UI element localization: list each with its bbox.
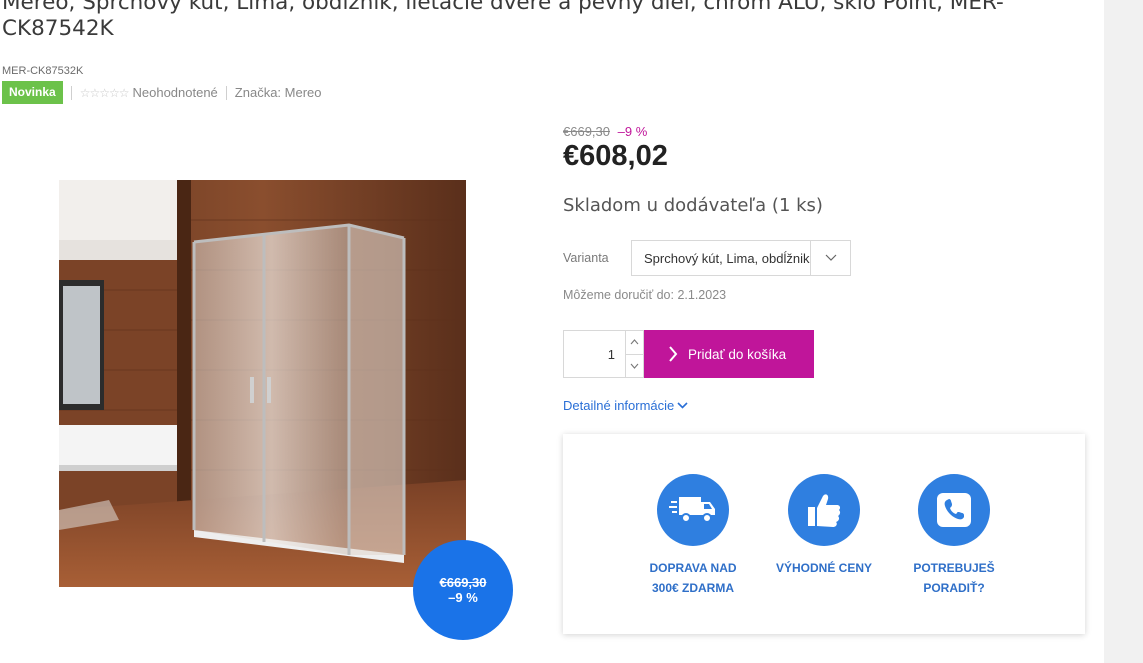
chevron-down-icon xyxy=(810,241,850,275)
benefit-advice-label: POTREBUJEŠ PORADIŤ? xyxy=(913,561,995,595)
product-sku: MER-CK87532K xyxy=(2,65,84,77)
page-gutter xyxy=(1104,0,1143,663)
variant-selected-value: Sprchový kút, Lima, obdĺžnik xyxy=(644,250,810,266)
quantity-stepper[interactable] xyxy=(563,330,644,378)
truck-icon xyxy=(657,474,729,546)
chevron-down-icon xyxy=(677,402,688,409)
product-page: Mereo, Sprchový kút, Lima, obdĺžnik, lie… xyxy=(0,0,1104,663)
benefit-prices-label: VÝHODNÉ CENY xyxy=(775,561,873,575)
variant-label: Varianta xyxy=(563,251,609,265)
delivery-estimate: Môžeme doručiť do: 2.1.2023 xyxy=(563,288,727,302)
brand-link[interactable]: Značka: Mereo xyxy=(235,85,322,100)
flag-discount: –9 % xyxy=(448,590,478,605)
old-price: €669,30 xyxy=(563,124,610,139)
rating-stars-icon[interactable]: ☆☆☆☆☆ xyxy=(80,86,130,100)
flag-old-price: €669,30 xyxy=(439,575,487,590)
phone-icon xyxy=(918,474,990,546)
final-price: €608,02 xyxy=(563,140,668,172)
benefit-shipping-label: DOPRAVA NAD 300€ ZDARMA xyxy=(649,561,737,595)
discount-percent: –9 % xyxy=(617,124,648,139)
rating-text[interactable]: Neohodnotené xyxy=(132,85,217,100)
discount-flag: €669,30 –9 % xyxy=(413,540,513,640)
divider xyxy=(225,85,227,100)
thumbs-up-icon xyxy=(788,474,860,546)
add-to-cart-button[interactable]: Pridať do košíka xyxy=(644,330,814,378)
chevron-right-icon xyxy=(668,346,678,362)
add-to-cart-label: Pridať do košíka xyxy=(688,346,787,362)
price-before-discount: €669,30 –9 % xyxy=(563,124,647,139)
decrease-quantity-button[interactable] xyxy=(626,353,643,378)
quantity-input[interactable] xyxy=(564,331,625,377)
availability-status: Skladom u dodávateľa (1 ks) xyxy=(563,195,823,216)
new-badge: Novinka xyxy=(2,81,63,104)
divider xyxy=(70,85,72,100)
benefit-prices[interactable]: VÝHODNÉ CENY xyxy=(759,474,889,578)
increase-quantity-button[interactable] xyxy=(626,331,643,354)
detail-info-link[interactable]: Detailné informácie xyxy=(563,398,688,413)
benefit-shipping[interactable]: DOPRAVA NAD 300€ ZDARMA xyxy=(628,474,758,598)
benefits-box: DOPRAVA NAD 300€ ZDARMA VÝHODNÉ CENY POT… xyxy=(563,434,1085,634)
chevron-down-icon xyxy=(630,363,639,369)
product-meta: Novinka ☆☆☆☆☆ Neohodnotené Značka: Mereo xyxy=(2,81,322,104)
benefit-advice[interactable]: POTREBUJEŠ PORADIŤ? xyxy=(889,474,1019,598)
chevron-up-icon xyxy=(630,339,639,345)
variant-select[interactable]: Sprchový kút, Lima, obdĺžnik xyxy=(631,240,851,276)
product-image[interactable] xyxy=(59,180,466,587)
detail-info-label: Detailné informácie xyxy=(563,398,675,413)
page-title: Mereo, Sprchový kút, Lima, obdĺžnik, lie… xyxy=(2,0,1004,41)
quantity-spin-buttons xyxy=(625,331,643,377)
